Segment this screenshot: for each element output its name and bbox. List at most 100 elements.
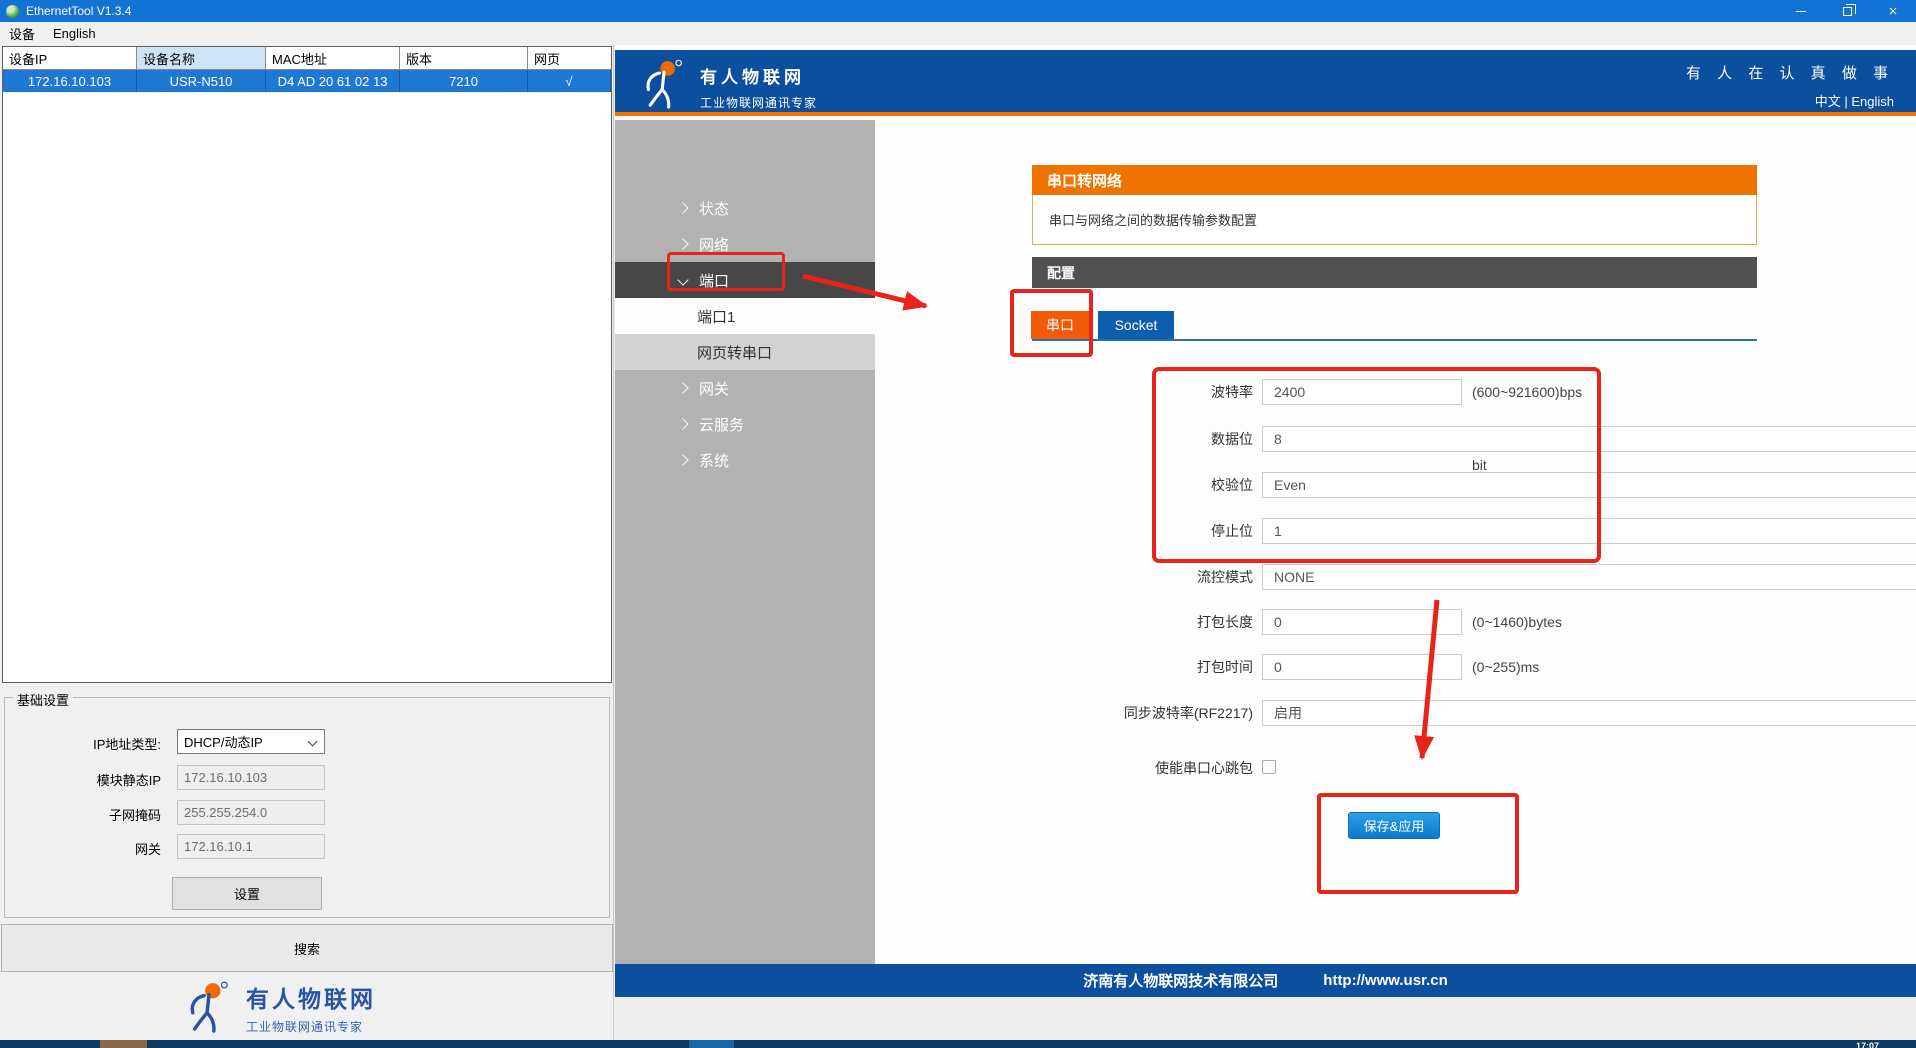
taskbar-clock: 17:07 bbox=[1856, 1041, 1879, 1048]
device-table: 设备IP 设备名称 MAC地址 版本 网页 172.16.10.103 USR-… bbox=[2, 46, 612, 683]
heartbeat-label: 使能串口心跳包 bbox=[1023, 755, 1253, 781]
heartbeat-checkbox[interactable] bbox=[1262, 760, 1276, 774]
restore-button[interactable] bbox=[1824, 0, 1870, 22]
sidebar-item-system[interactable]: 系统 bbox=[615, 442, 875, 478]
minimize-button[interactable] bbox=[1778, 0, 1824, 22]
usr-logo-figure-icon bbox=[186, 980, 232, 1036]
minimize-icon bbox=[1796, 11, 1806, 12]
chevron-right-icon bbox=[677, 202, 688, 213]
tab-underline bbox=[1032, 339, 1757, 341]
rf2217-select[interactable]: 启用 ▼ bbox=[1262, 700, 1916, 726]
baudrate-hint: (600~921600)bps bbox=[1472, 379, 1582, 405]
ip-type-select[interactable]: DHCP/动态IP bbox=[177, 729, 325, 754]
search-button[interactable]: 搜索 bbox=[1, 924, 613, 972]
web-page: 有人物联网 工业物联网通讯专家 有 人 在 认 真 做 事 中文 | Engli… bbox=[615, 45, 1916, 1040]
chevron-down-icon bbox=[677, 274, 688, 285]
close-icon: × bbox=[1889, 4, 1898, 19]
device-table-header: 设备IP 设备名称 MAC地址 版本 网页 bbox=[3, 47, 611, 70]
web-sidebar: 状态 网络 端口 端口1 网页转串口 网关 云服务 系统 bbox=[615, 120, 875, 964]
gateway-field[interactable] bbox=[177, 834, 325, 859]
sidebar-item-cloud[interactable]: 云服务 bbox=[615, 406, 875, 442]
page-description: 串口与网络之间的数据传输参数配置 bbox=[1032, 195, 1757, 245]
window-titlebar: EthernetTool V1.3.4 × bbox=[0, 0, 1916, 22]
stopbits-label: 停止位 bbox=[1023, 518, 1253, 544]
ip-type-label: IP地址类型: bbox=[41, 734, 161, 753]
sidebar-item-status[interactable]: 状态 bbox=[615, 190, 875, 226]
static-ip-field[interactable] bbox=[177, 765, 325, 790]
menu-english[interactable]: English bbox=[44, 22, 105, 45]
chevron-right-icon bbox=[677, 454, 688, 465]
databits-label: 数据位 bbox=[1023, 426, 1253, 452]
cell-mac: D4 AD 20 61 02 13 bbox=[266, 70, 400, 92]
basic-settings-title: 基础设置 bbox=[13, 690, 73, 709]
usr-logo-name: 有人物联网 bbox=[246, 980, 376, 1014]
parity-label: 校验位 bbox=[1023, 472, 1253, 498]
packtime-input[interactable] bbox=[1262, 654, 1462, 680]
web-footer: 济南有人物联网技术有限公司 http://www.usr.cn bbox=[615, 964, 1916, 997]
usr-logo-slogan: 工业物联网通讯专家 bbox=[246, 1018, 376, 1035]
web-brand-name: 有人物联网 bbox=[700, 63, 817, 88]
footer-url[interactable]: http://www.usr.cn bbox=[1323, 972, 1447, 989]
cell-device-ip: 172.16.10.103 bbox=[3, 70, 137, 92]
packlen-hint: (0~1460)bytes bbox=[1472, 609, 1562, 635]
rf2217-label: 同步波特率(RF2217) bbox=[1023, 700, 1253, 726]
usr-header-figure-icon bbox=[642, 58, 686, 112]
chevron-right-icon bbox=[677, 418, 688, 429]
sidebar-item-web2serial[interactable]: 网页转串口 bbox=[615, 334, 875, 370]
col-webpage[interactable]: 网页 bbox=[528, 47, 611, 69]
cell-version: 7210 bbox=[400, 70, 528, 92]
databits-select[interactable]: 8 ▼ bbox=[1262, 426, 1916, 452]
web-motto: 有 人 在 认 真 做 事 bbox=[1686, 62, 1894, 83]
flowctrl-select[interactable]: NONE ▼ bbox=[1262, 564, 1916, 590]
taskbar-item[interactable] bbox=[689, 1040, 734, 1048]
restore-icon bbox=[1843, 7, 1852, 16]
set-button[interactable]: 设置 bbox=[172, 877, 322, 910]
sidebar-item-gateway[interactable]: 网关 bbox=[615, 370, 875, 406]
packtime-hint: (0~255)ms bbox=[1472, 654, 1539, 680]
chevron-right-icon bbox=[677, 238, 688, 249]
packlen-label: 打包长度 bbox=[1023, 609, 1253, 635]
tab-serial[interactable]: 串口 bbox=[1031, 311, 1089, 339]
netmask-label: 子网掩码 bbox=[41, 805, 161, 824]
web-content: 串口转网络 串口与网络之间的数据传输参数配置 配置 串口 Socket 波特率 … bbox=[875, 120, 1916, 964]
app-icon bbox=[6, 5, 19, 18]
sidebar-item-network[interactable]: 网络 bbox=[615, 226, 875, 262]
taskbar-item[interactable] bbox=[100, 1040, 147, 1048]
menubar: 设备 English bbox=[0, 22, 1916, 45]
sidebar-item-port[interactable]: 端口 bbox=[615, 262, 875, 298]
table-row[interactable]: 172.16.10.103 USR-N510 D4 AD 20 61 02 13… bbox=[3, 70, 611, 92]
footer-spacer bbox=[615, 997, 1916, 1040]
chevron-down-icon bbox=[308, 736, 318, 746]
col-mac[interactable]: MAC地址 bbox=[266, 47, 400, 69]
page-title: 串口转网络 bbox=[1032, 165, 1757, 195]
usr-logo: 有人物联网 工业物联网通讯专家 bbox=[186, 980, 376, 1036]
web-brand-slogan: 工业物联网通讯专家 bbox=[700, 94, 817, 111]
parity-select[interactable]: Even ▼ bbox=[1262, 472, 1916, 498]
save-apply-button[interactable]: 保存&应用 bbox=[1348, 812, 1440, 839]
web-header: 有人物联网 工业物联网通讯专家 有 人 在 认 真 做 事 中文 | Engli… bbox=[615, 50, 1916, 116]
menu-device[interactable]: 设备 bbox=[0, 22, 44, 45]
language-switch[interactable]: 中文 | English bbox=[1686, 91, 1894, 110]
col-version[interactable]: 版本 bbox=[400, 47, 528, 69]
packtime-label: 打包时间 bbox=[1023, 654, 1253, 680]
section-config: 配置 bbox=[1032, 257, 1757, 288]
device-panel: 设备IP 设备名称 MAC地址 版本 网页 172.16.10.103 USR-… bbox=[0, 45, 614, 1040]
footer-company: 济南有人物联网技术有限公司 bbox=[1083, 970, 1278, 991]
cell-device-name: USR-N510 bbox=[137, 70, 266, 92]
chevron-right-icon bbox=[677, 382, 688, 393]
flowctrl-label: 流控模式 bbox=[1023, 564, 1253, 590]
taskbar-strip: 17:07 bbox=[0, 1040, 1916, 1048]
close-button[interactable]: × bbox=[1870, 0, 1916, 22]
sidebar-item-port1[interactable]: 端口1 bbox=[615, 298, 875, 334]
col-device-name[interactable]: 设备名称 bbox=[137, 47, 266, 69]
col-device-ip[interactable]: 设备IP bbox=[3, 47, 137, 69]
stopbits-select[interactable]: 1 ▼ bbox=[1262, 518, 1916, 544]
packlen-input[interactable] bbox=[1262, 609, 1462, 635]
netmask-field[interactable] bbox=[177, 800, 325, 825]
static-ip-label: 模块静态IP bbox=[41, 770, 161, 789]
tab-socket[interactable]: Socket bbox=[1098, 311, 1174, 339]
cell-webpage: √ bbox=[528, 70, 611, 92]
baudrate-input[interactable] bbox=[1262, 379, 1462, 405]
window-title: EthernetTool V1.3.4 bbox=[26, 4, 131, 18]
baudrate-label: 波特率 bbox=[1023, 379, 1253, 405]
